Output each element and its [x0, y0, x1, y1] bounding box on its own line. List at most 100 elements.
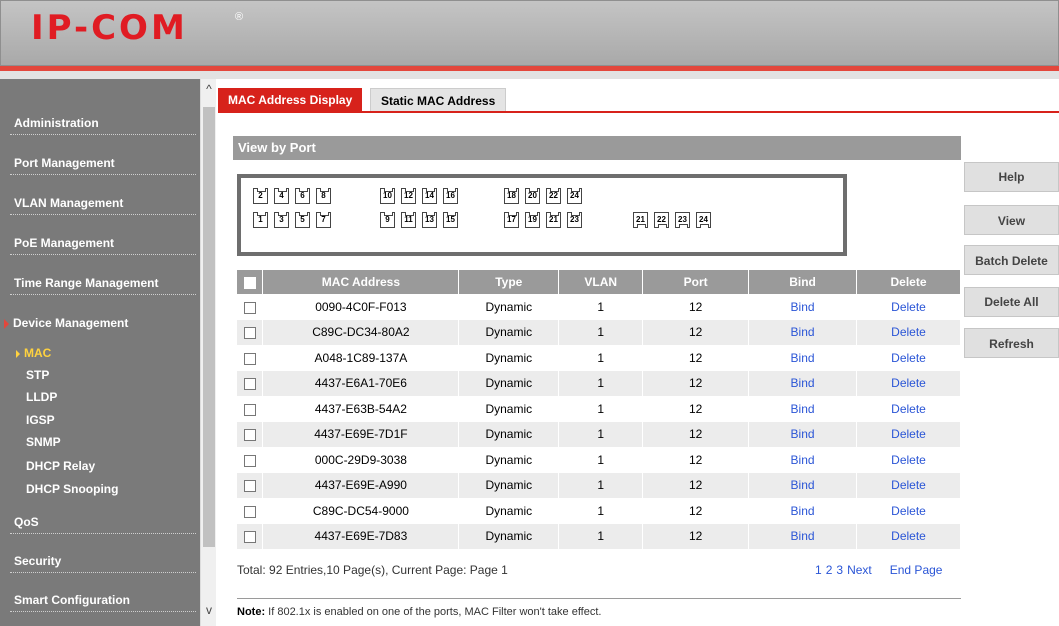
bind-link[interactable]: Bind	[748, 294, 858, 320]
port-16-icon[interactable]: 16	[443, 188, 458, 204]
sidebar-item-time-range-management[interactable]: Time Range Management	[10, 275, 196, 295]
scroll-up-icon[interactable]: ^	[203, 83, 215, 95]
page-link-1[interactable]: 1	[815, 563, 822, 577]
delete-link[interactable]: Delete	[856, 294, 961, 320]
bind-link[interactable]: Bind	[748, 447, 858, 473]
port-19-icon[interactable]: 19	[525, 212, 540, 228]
sidebar-subitem-lldp[interactable]: LLDP	[26, 390, 57, 404]
batch-delete-button[interactable]: Batch Delete	[964, 245, 1059, 275]
sidebar-item-security[interactable]: Security	[10, 553, 196, 573]
sidebar-item-vlan-management[interactable]: VLAN Management	[10, 195, 196, 215]
port-9-icon[interactable]: 9	[380, 212, 395, 228]
delete-link[interactable]: Delete	[856, 370, 961, 396]
port-6-icon[interactable]: 6	[295, 188, 310, 204]
bind-link[interactable]: Bind	[748, 523, 858, 549]
bind-link[interactable]: Bind	[748, 498, 858, 524]
row-checkbox[interactable]	[243, 454, 256, 467]
view-button[interactable]: View	[964, 205, 1059, 235]
sfp-port-24-icon[interactable]: 24	[696, 212, 711, 228]
sidebar-item-port-management[interactable]: Port Management	[10, 155, 196, 175]
sidebar-item-qos[interactable]: QoS	[10, 514, 196, 534]
tab-static-mac-address[interactable]: Static MAC Address	[370, 88, 507, 112]
sfp-port-22-icon[interactable]: 22	[654, 212, 669, 228]
end-page-link[interactable]: End Page	[890, 563, 943, 577]
delete-link[interactable]: Delete	[856, 498, 961, 524]
delete-link[interactable]: Delete	[856, 396, 961, 422]
table-row: 4437-E63B-54A2 Dynamic 1 12 Bind Delete	[237, 396, 961, 422]
delete-link[interactable]: Delete	[856, 472, 961, 498]
port-8-icon[interactable]: 8	[316, 188, 331, 204]
row-checkbox[interactable]	[243, 327, 256, 340]
mac-cell: 4437-E69E-7D1F	[262, 421, 460, 447]
port-cell: 12	[642, 396, 750, 422]
delete-all-button[interactable]: Delete All	[964, 287, 1059, 317]
bind-link[interactable]: Bind	[748, 345, 858, 371]
port-20-icon[interactable]: 20	[525, 188, 540, 204]
port-21-icon[interactable]: 21	[546, 212, 561, 228]
bind-link[interactable]: Bind	[748, 396, 858, 422]
sfp-port-23-icon[interactable]: 23	[675, 212, 690, 228]
port-10-icon[interactable]: 10	[380, 188, 395, 204]
row-checkbox[interactable]	[243, 429, 256, 442]
bind-link[interactable]: Bind	[748, 370, 858, 396]
help-button[interactable]: Help	[964, 162, 1059, 192]
port-24-icon[interactable]: 24	[567, 188, 582, 204]
port-5-icon[interactable]: 5	[295, 212, 310, 228]
port-1-icon[interactable]: 1	[253, 212, 268, 228]
delete-link[interactable]: Delete	[856, 319, 961, 345]
bind-link[interactable]: Bind	[748, 472, 858, 498]
sidebar-subitem-mac[interactable]: MAC	[16, 346, 53, 360]
port-13-icon[interactable]: 13	[422, 212, 437, 228]
port-2-icon[interactable]: 2	[253, 188, 268, 204]
port-23-icon[interactable]: 23	[567, 212, 582, 228]
row-checkbox[interactable]	[243, 403, 256, 416]
sidebar-subitem-stp[interactable]: STP	[26, 368, 49, 382]
row-checkbox[interactable]	[243, 480, 256, 493]
sidebar-scrollbar[interactable]: ^ v	[200, 79, 216, 626]
sfp-port-21-icon[interactable]: 21	[633, 212, 648, 228]
sidebar-subitem-snmp[interactable]: SNMP	[26, 435, 61, 449]
vlan-cell: 1	[558, 319, 644, 345]
port-14-icon[interactable]: 14	[422, 188, 437, 204]
port-cell: 12	[642, 421, 750, 447]
next-page-link[interactable]: Next	[847, 563, 872, 577]
port-17-icon[interactable]: 17	[504, 212, 519, 228]
sidebar-item-device-management[interactable]: Device Management	[4, 315, 196, 335]
port-15-icon[interactable]: 15	[443, 212, 458, 228]
sidebar-item-poe-management[interactable]: PoE Management	[10, 235, 196, 255]
ip-com-logo: IP-COM	[31, 8, 188, 48]
scroll-down-icon[interactable]: v	[203, 604, 215, 616]
row-checkbox[interactable]	[243, 505, 256, 518]
port-12-icon[interactable]: 12	[401, 188, 416, 204]
vlan-cell: 1	[558, 345, 644, 371]
tab-mac-address-display[interactable]: MAC Address Display	[218, 88, 363, 112]
port-22-icon[interactable]: 22	[546, 188, 561, 204]
delete-link[interactable]: Delete	[856, 345, 961, 371]
row-checkbox[interactable]	[243, 531, 256, 544]
select-all-checkbox[interactable]	[243, 276, 256, 289]
delete-link[interactable]: Delete	[856, 523, 961, 549]
bind-link[interactable]: Bind	[748, 421, 858, 447]
row-checkbox[interactable]	[243, 301, 256, 314]
port-11-icon[interactable]: 11	[401, 212, 416, 228]
port-4-icon[interactable]: 4	[274, 188, 289, 204]
refresh-button[interactable]: Refresh	[964, 328, 1059, 358]
table-row: A048-1C89-137A Dynamic 1 12 Bind Delete	[237, 345, 961, 371]
row-checkbox[interactable]	[243, 352, 256, 365]
vlan-cell: 1	[558, 447, 644, 473]
page-link-3[interactable]: 3	[836, 563, 843, 577]
sidebar-item-smart-configuration[interactable]: Smart Configuration	[10, 592, 196, 612]
delete-link[interactable]: Delete	[856, 421, 961, 447]
delete-link[interactable]: Delete	[856, 447, 961, 473]
sidebar-subitem-igsp[interactable]: IGSP	[26, 413, 55, 427]
sidebar-subitem-dhcp-relay[interactable]: DHCP Relay	[26, 459, 95, 473]
port-18-icon[interactable]: 18	[504, 188, 519, 204]
row-checkbox[interactable]	[243, 378, 256, 391]
port-7-icon[interactable]: 7	[316, 212, 331, 228]
port-3-icon[interactable]: 3	[274, 212, 289, 228]
page-link-2[interactable]: 2	[826, 563, 833, 577]
bind-link[interactable]: Bind	[748, 319, 858, 345]
sidebar-subitem-dhcp-snooping[interactable]: DHCP Snooping	[26, 482, 118, 496]
scroll-thumb[interactable]	[203, 107, 215, 547]
sidebar-item-administration[interactable]: Administration	[10, 115, 196, 135]
